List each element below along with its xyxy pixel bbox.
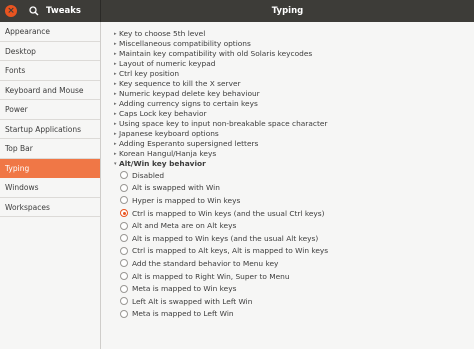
radio-label: Hyper is mapped to Win keys bbox=[132, 195, 241, 205]
option-group-label: Layout of numeric keypad bbox=[119, 59, 216, 68]
radio-button[interactable] bbox=[120, 309, 128, 318]
sidebar-item-windows[interactable]: Windows bbox=[0, 178, 100, 198]
sidebar-item-appearance[interactable]: Appearance bbox=[0, 22, 100, 42]
radio-label: Ctrl is mapped to Win keys (and the usua… bbox=[132, 208, 325, 218]
radio-label: Alt is mapped to Right Win, Super to Men… bbox=[132, 271, 290, 281]
radio-option-disabled[interactable]: Disabled bbox=[114, 169, 328, 182]
option-group-label: Adding currency signs to certain keys bbox=[119, 99, 258, 108]
sidebar-item-fonts[interactable]: Fonts bbox=[0, 61, 100, 81]
radio-option-alt-right-win[interactable]: Alt is mapped to Right Win, Super to Men… bbox=[114, 270, 328, 283]
sidebar-item-workspaces[interactable]: Workspaces bbox=[0, 198, 100, 217]
radio-option-left-alt-left-win[interactable]: Left Alt is swapped with Left Win bbox=[114, 295, 328, 308]
option-group-label: Japanese keyboard options bbox=[119, 129, 219, 138]
typing-options-panel: ▸ Key to choose 5th level ▸ Miscellaneous … bbox=[102, 22, 474, 349]
option-group-label: Maintain key compatibility with old Sola… bbox=[119, 49, 313, 58]
sidebar-item-top-bar[interactable]: Top Bar bbox=[0, 139, 100, 159]
option-group-misc-compatibility[interactable]: ▸ Miscellaneous compatibility options bbox=[114, 39, 328, 49]
radio-option-alt-swapped-win[interactable]: Alt is swapped with Win bbox=[114, 182, 328, 195]
radio-button[interactable] bbox=[120, 297, 128, 306]
option-group-esperanto[interactable]: ▸ Adding Esperanto supersigned letters bbox=[114, 139, 328, 149]
sidebar-item-power[interactable]: Power bbox=[0, 100, 100, 120]
sidebar-header: × Tweaks bbox=[0, 0, 101, 22]
xkb-options-list: ▸ Key to choose 5th level ▸ Miscellaneous … bbox=[114, 29, 328, 320]
radio-label: Left Alt is swapped with Left Win bbox=[132, 296, 253, 306]
radio-button[interactable] bbox=[120, 196, 128, 205]
content-header: Typing bbox=[101, 0, 474, 22]
option-group-label: Korean Hangul/Hanja keys bbox=[119, 149, 217, 158]
radio-label: Alt and Meta are on Alt keys bbox=[132, 221, 237, 231]
radio-button[interactable] bbox=[120, 272, 128, 281]
option-group-label: Caps Lock key behavior bbox=[119, 109, 207, 118]
option-group-keypad-delete[interactable]: ▸ Numeric keypad delete key behaviour bbox=[114, 89, 328, 99]
option-group-korean-hangul-hanja[interactable]: ▸ Korean Hangul/Hanja keys bbox=[114, 149, 328, 159]
option-group-caps-lock[interactable]: ▸ Caps Lock key behavior bbox=[114, 109, 328, 119]
option-group-numeric-keypad-layout[interactable]: ▸ Layout of numeric keypad bbox=[114, 59, 328, 69]
option-group-label: Alt/Win key behavior bbox=[119, 159, 206, 168]
radio-button[interactable] bbox=[120, 246, 128, 255]
option-group-label: Using space key to input non-breakable s… bbox=[119, 119, 328, 128]
radio-option-alt-win-usual[interactable]: Alt is mapped to Win keys (and the usual… bbox=[114, 232, 328, 245]
radio-option-ctrl-alt-alt-win[interactable]: Ctrl is mapped to Alt keys, Alt is mappe… bbox=[114, 245, 328, 258]
app-title: Tweaks bbox=[46, 6, 81, 16]
sidebar-item-desktop[interactable]: Desktop bbox=[0, 42, 100, 61]
radio-button[interactable] bbox=[120, 284, 128, 293]
option-group-label: Key to choose 5th level bbox=[119, 29, 206, 38]
radio-label: Disabled bbox=[132, 170, 165, 180]
radio-button[interactable] bbox=[120, 221, 128, 230]
option-group-non-breakable-space[interactable]: ▸ Using space key to input non-breakable … bbox=[114, 119, 328, 129]
radio-button[interactable] bbox=[120, 234, 128, 243]
radio-button[interactable] bbox=[120, 183, 128, 192]
radio-option-menu-key[interactable]: Add the standard behavior to Menu key bbox=[114, 257, 328, 270]
option-group-solaris-keycodes[interactable]: ▸ Maintain key compatibility with old Sol… bbox=[114, 49, 328, 59]
radio-option-meta-left-win[interactable]: Meta is mapped to Left Win bbox=[114, 308, 328, 321]
radio-option-meta-win[interactable]: Meta is mapped to Win keys bbox=[114, 282, 328, 295]
sidebar-item-startup-applications[interactable]: Startup Applications bbox=[0, 120, 100, 139]
option-group-label: Adding Esperanto supersigned letters bbox=[119, 139, 259, 148]
title-bar: × Tweaks Typing bbox=[0, 0, 474, 22]
radio-option-alt-meta-alt[interactable]: Alt and Meta are on Alt keys bbox=[114, 219, 328, 232]
radio-button[interactable] bbox=[120, 171, 128, 180]
option-group-japanese-keyboard[interactable]: ▸ Japanese keyboard options bbox=[114, 129, 328, 139]
radio-label: Meta is mapped to Win keys bbox=[132, 284, 237, 294]
radio-button-selected[interactable] bbox=[120, 209, 128, 218]
close-icon[interactable]: × bbox=[5, 5, 17, 17]
option-group-ctrl-key-position[interactable]: ▸ Ctrl key position bbox=[114, 69, 328, 79]
radio-label: Alt is mapped to Win keys (and the usual… bbox=[132, 233, 319, 243]
radio-label: Add the standard behavior to Menu key bbox=[132, 258, 279, 268]
radio-option-hyper-win[interactable]: Hyper is mapped to Win keys bbox=[114, 194, 328, 207]
option-group-label: Ctrl key position bbox=[119, 69, 180, 78]
option-group-label: Numeric keypad delete key behaviour bbox=[119, 89, 260, 98]
option-group-label: Miscellaneous compatibility options bbox=[119, 39, 251, 48]
radio-button[interactable] bbox=[120, 259, 128, 268]
option-group-label: Key sequence to kill the X server bbox=[119, 79, 241, 88]
option-group-key-to-choose-5th-level[interactable]: ▸ Key to choose 5th level bbox=[114, 29, 328, 39]
radio-label: Alt is swapped with Win bbox=[132, 183, 220, 193]
radio-label: Meta is mapped to Left Win bbox=[132, 309, 234, 319]
option-group-kill-x-server[interactable]: ▸ Key sequence to kill the X server bbox=[114, 79, 328, 89]
option-group-alt-win-key-behavior[interactable]: ▾ Alt/Win key behavior bbox=[114, 159, 328, 169]
sidebar: Appearance Desktop Fonts Keyboard and Mo… bbox=[0, 22, 101, 349]
option-group-currency-signs[interactable]: ▸ Adding currency signs to certain keys bbox=[114, 99, 328, 109]
sidebar-item-keyboard-and-mouse[interactable]: Keyboard and Mouse bbox=[0, 81, 100, 100]
sidebar-item-typing[interactable]: Typing bbox=[0, 158, 100, 178]
page-title: Typing bbox=[271, 6, 304, 16]
search-icon[interactable] bbox=[28, 5, 40, 17]
radio-label: Ctrl is mapped to Alt keys, Alt is mappe… bbox=[132, 246, 329, 256]
radio-option-ctrl-win[interactable]: Ctrl is mapped to Win keys (and the usua… bbox=[114, 207, 328, 220]
